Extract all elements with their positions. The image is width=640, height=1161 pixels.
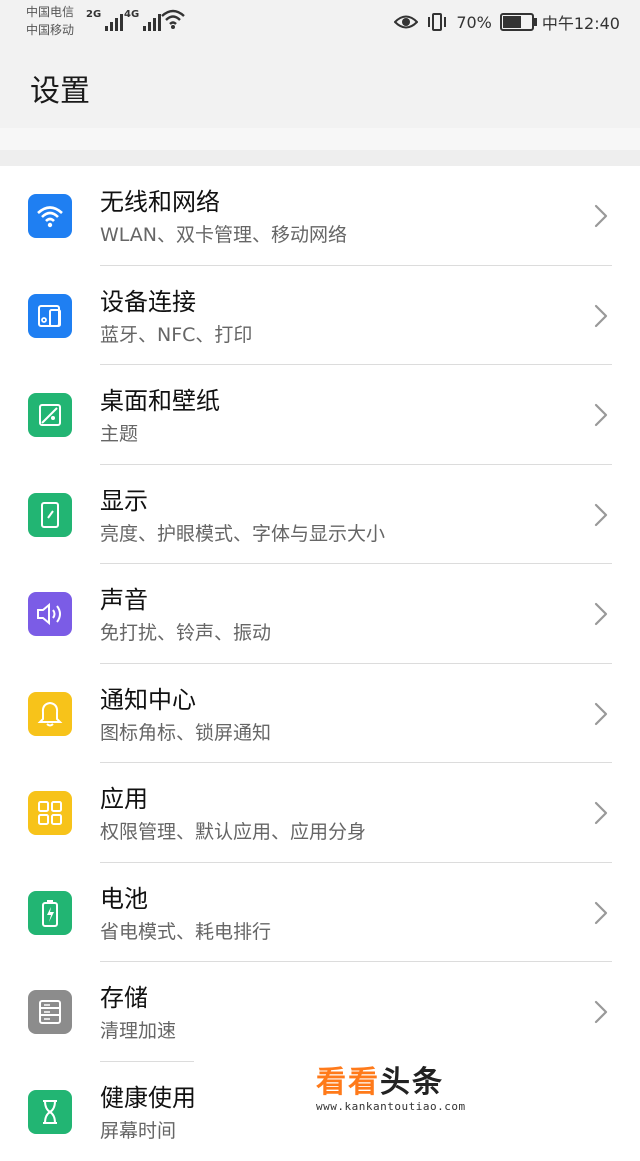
eye-comfort-icon	[394, 14, 418, 30]
settings-item-subtitle: WLAN、双卡管理、移动网络	[100, 220, 580, 250]
battery-percent: 70%	[456, 13, 492, 32]
wallpaper-icon	[28, 393, 72, 437]
settings-item-title: 电池	[100, 883, 580, 915]
wifi-icon	[28, 194, 72, 238]
settings-item-title: 应用	[100, 783, 580, 815]
settings-item-title: 通知中心	[100, 684, 580, 716]
chevron-right-icon	[594, 503, 608, 531]
settings-item[interactable]: 电池省电模式、耗电排行	[0, 863, 640, 963]
settings-item-title: 声音	[100, 584, 580, 616]
settings-item-subtitle: 省电模式、耗电排行	[100, 917, 580, 947]
settings-item-subtitle: 免打扰、铃声、振动	[100, 618, 580, 648]
watermark-text-orange: 看看	[316, 1065, 380, 1100]
signal-1-icon: 2G	[86, 9, 123, 31]
hourglass-icon	[28, 1090, 72, 1134]
settings-item[interactable]: 设备连接蓝牙、NFC、打印	[0, 266, 640, 366]
settings-item[interactable]: 显示亮度、护眼模式、字体与显示大小	[0, 465, 640, 565]
device-connection-icon	[28, 294, 72, 338]
settings-item-title: 无线和网络	[100, 186, 580, 218]
display-icon	[28, 493, 72, 537]
settings-item[interactable]: 通知中心图标角标、锁屏通知	[0, 664, 640, 764]
status-bar: 中国电信 中国移动 2G 4G 70% 中午12:40	[0, 0, 640, 44]
watermark-text-dark: 头条	[380, 1065, 444, 1100]
settings-item-title: 存储	[100, 982, 580, 1014]
chevron-right-icon	[594, 1000, 608, 1028]
clock: 中午12:40	[542, 10, 620, 34]
settings-item[interactable]: 应用权限管理、默认应用、应用分身	[0, 763, 640, 863]
settings-item-subtitle: 屏幕时间	[100, 1116, 580, 1146]
settings-item-subtitle: 亮度、护眼模式、字体与显示大小	[100, 519, 580, 549]
settings-item-title: 显示	[100, 485, 580, 517]
settings-item-title: 设备连接	[100, 286, 580, 318]
apps-grid-icon	[28, 791, 72, 835]
settings-item-subtitle: 蓝牙、NFC、打印	[100, 320, 580, 350]
watermark-url: www.kankantoutiao.com	[316, 1100, 516, 1113]
settings-list: 无线和网络WLAN、双卡管理、移动网络设备连接蓝牙、NFC、打印桌面和壁纸主题显…	[0, 166, 640, 1161]
settings-item-subtitle: 图标角标、锁屏通知	[100, 718, 580, 748]
section-gap	[0, 150, 640, 166]
battery-icon	[28, 891, 72, 935]
wifi-status-icon	[160, 8, 186, 30]
settings-item[interactable]: 声音免打扰、铃声、振动	[0, 564, 640, 664]
settings-item-subtitle: 权限管理、默认应用、应用分身	[100, 817, 580, 847]
settings-item-subtitle: 主题	[100, 419, 580, 449]
status-right: 70% 中午12:40	[394, 10, 620, 34]
scrolled-content-fragment	[0, 128, 640, 150]
settings-item-subtitle: 清理加速	[100, 1016, 580, 1046]
chevron-right-icon	[594, 403, 608, 431]
chevron-right-icon	[594, 304, 608, 332]
settings-item-title: 桌面和壁纸	[100, 385, 580, 417]
sound-icon	[28, 592, 72, 636]
title-bar: 设置	[0, 44, 640, 128]
carrier-1: 中国电信	[26, 3, 74, 21]
storage-icon	[28, 990, 72, 1034]
chevron-right-icon	[594, 204, 608, 232]
carrier-labels: 中国电信 中国移动	[26, 3, 74, 39]
settings-item[interactable]: 无线和网络WLAN、双卡管理、移动网络	[0, 166, 640, 266]
chevron-right-icon	[594, 702, 608, 730]
bell-icon	[28, 692, 72, 736]
watermark-logo: 看看头条 www.kankantoutiao.com	[316, 1066, 516, 1116]
carrier-2: 中国移动	[26, 21, 74, 39]
settings-item[interactable]: 存储清理加速	[0, 962, 640, 1062]
vibrate-icon	[426, 12, 448, 32]
page-title: 设置	[30, 66, 90, 110]
chevron-right-icon	[594, 901, 608, 929]
chevron-right-icon	[594, 801, 608, 829]
signal-2-icon: 4G	[124, 9, 161, 31]
settings-item[interactable]: 桌面和壁纸主题	[0, 365, 640, 465]
chevron-right-icon	[594, 602, 608, 630]
battery-status-icon	[500, 13, 534, 31]
